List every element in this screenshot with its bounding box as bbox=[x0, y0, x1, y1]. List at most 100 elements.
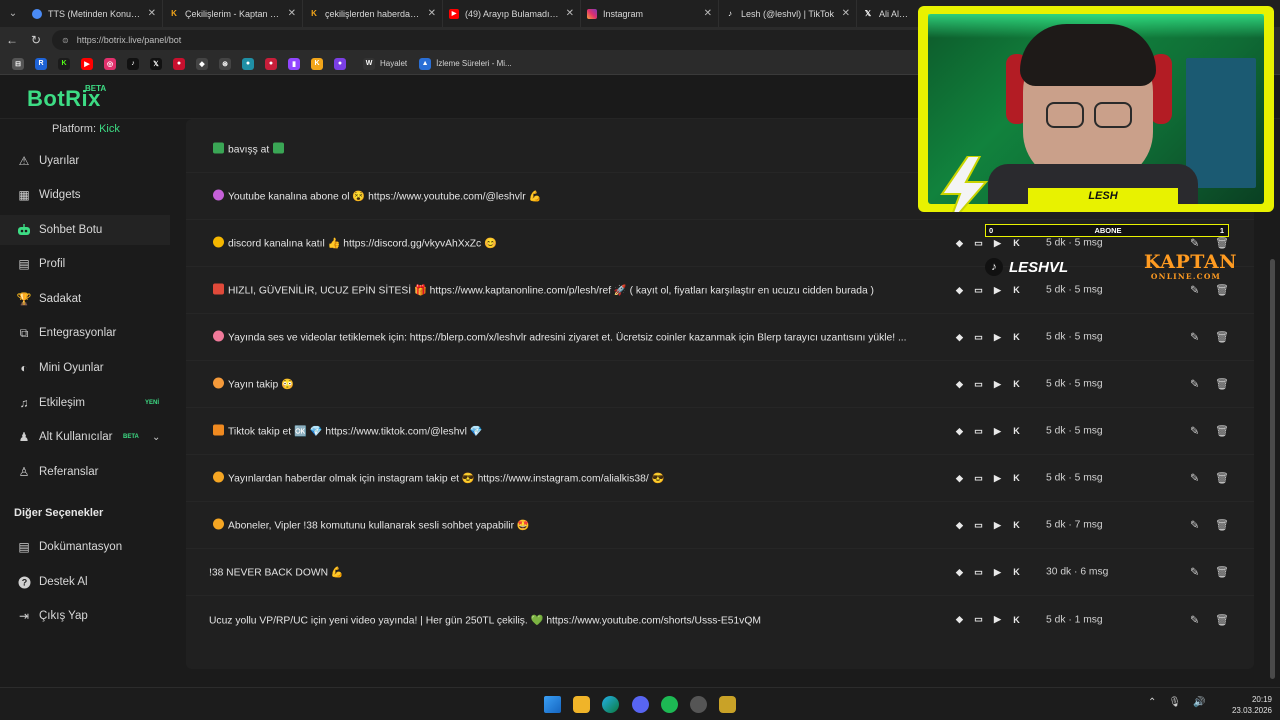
discord-icon[interactable] bbox=[632, 696, 649, 713]
scrollbar-thumb[interactable] bbox=[1270, 259, 1275, 679]
edit-icon[interactable]: ✎ bbox=[1190, 472, 1199, 485]
start-icon[interactable] bbox=[544, 696, 561, 713]
taskbar-clock[interactable]: 20:19 23.03.2026 bbox=[1226, 694, 1272, 716]
close-icon[interactable]: ✕ bbox=[288, 8, 296, 19]
bookmark-diamond-icon[interactable]: ◆ bbox=[196, 57, 208, 70]
app-icon[interactable] bbox=[719, 696, 736, 713]
bookmark-purple-icon[interactable]: ● bbox=[334, 57, 346, 70]
twitch-icon: ▭ bbox=[974, 331, 983, 342]
browser-tab[interactable]: ▶ (49) Arayıp Bulamadığın O E ✕ bbox=[443, 0, 581, 27]
close-icon[interactable]: ✕ bbox=[428, 8, 436, 19]
bookmark-tiktok-icon[interactable]: ♪ bbox=[127, 57, 139, 70]
edit-icon[interactable]: ✎ bbox=[1190, 331, 1199, 344]
mic-icon[interactable]: 🎙 bbox=[1168, 697, 1181, 708]
sidebar-item-profil[interactable]: ▤ Profil bbox=[0, 249, 170, 279]
volume-icon[interactable]: 🔊 bbox=[1193, 697, 1205, 708]
edit-icon[interactable]: ✎ bbox=[1190, 378, 1199, 391]
kick-k-icon: K bbox=[1013, 520, 1020, 530]
bookmark-izleme[interactable]: ▲ İzleme Süreleri - Mi... bbox=[413, 57, 512, 70]
browser-tab[interactable]: K çekilişlerden haberdar olmak ✕ bbox=[303, 0, 443, 27]
trash-icon[interactable]: 🗑 bbox=[1215, 519, 1229, 532]
trash-icon[interactable]: 🗑 bbox=[1215, 284, 1229, 297]
trash-icon[interactable]: 🗑 bbox=[1215, 378, 1229, 391]
timer-interval: 5 dk · 5 msg bbox=[1046, 331, 1103, 343]
sidebar-item-cikis-yap[interactable]: ⇥ Çıkış Yap bbox=[0, 601, 170, 631]
timer-row[interactable]: Yayınlardan haberdar olmak için instagra… bbox=[186, 455, 1254, 502]
url-field[interactable]: ⊜ https://botrix.live/panel/bot bbox=[52, 30, 932, 50]
reload-icon[interactable]: ↻ bbox=[24, 33, 48, 47]
bookmark-x-icon[interactable]: 𝕏 bbox=[150, 57, 162, 70]
edit-icon[interactable]: ✎ bbox=[1190, 566, 1199, 579]
browser-tab[interactable]: 𝕏 Ali Alkış (@ bbox=[857, 0, 917, 27]
timer-row[interactable]: Ucuz yollu VP/RP/UC için yeni video yayı… bbox=[186, 596, 1254, 643]
tab-list-chevron-icon[interactable]: ⌄ bbox=[0, 0, 26, 27]
close-icon[interactable]: ✕ bbox=[704, 8, 712, 19]
sidebar-item-dokumantasyon[interactable]: ▤ Dokümantasyon bbox=[0, 532, 170, 562]
platform-icons: ◆ ▭ ▶ K bbox=[953, 566, 1023, 578]
bookmark-red-icon[interactable]: ● bbox=[173, 57, 185, 70]
sidebar-item-sohbet-botu[interactable]: Sohbet Botu bbox=[0, 215, 170, 245]
chevron-down-icon[interactable]: ⌄ bbox=[152, 432, 160, 443]
timer-text: !38 NEVER BACK DOWN 💪 bbox=[209, 567, 344, 579]
browser-tab[interactable]: Instagram ✕ bbox=[581, 0, 719, 27]
subscriber-goal-bar: 0 ABONE 1 bbox=[985, 224, 1229, 237]
trash-icon[interactable]: 🗑 bbox=[1215, 613, 1229, 626]
sidebar-item-etkilesim[interactable]: ♫ Etkileşim YENİ bbox=[0, 388, 170, 418]
youtube-icon: ▶ bbox=[994, 472, 1001, 483]
twitch-icon: ▭ bbox=[974, 566, 983, 577]
obs-icon[interactable] bbox=[690, 696, 707, 713]
sidebar-item-label: Entegrasyonlar bbox=[39, 327, 117, 339]
sidebar-toggle-icon[interactable]: ⊟ bbox=[12, 57, 24, 70]
platform-icons: ◆ ▭ ▶ K bbox=[953, 614, 1023, 626]
back-arrow-icon[interactable]: ← bbox=[0, 33, 24, 47]
bookmark-kick-icon[interactable]: K bbox=[58, 57, 70, 70]
sidebar-item-alt-kullanicilar[interactable]: ♟ Alt Kullanıcılar BETA ⌄ bbox=[0, 422, 170, 452]
sidebar-item-entegrasyonlar[interactable]: ⧉ Entegrasyonlar bbox=[0, 318, 170, 348]
timer-row[interactable]: Yayında ses ve videolar tetiklemek için:… bbox=[186, 314, 1254, 361]
edit-icon[interactable]: ✎ bbox=[1190, 613, 1199, 626]
bookmark-kaptan-icon[interactable]: K bbox=[311, 57, 323, 70]
kick-k-icon: K bbox=[1013, 238, 1020, 248]
close-icon[interactable]: ✕ bbox=[148, 8, 156, 19]
bookmark-teal-icon[interactable]: ● bbox=[242, 57, 254, 70]
trash-icon[interactable]: 🗑 bbox=[1215, 472, 1229, 485]
bookmark-circle-icon[interactable]: ⊛ bbox=[219, 57, 231, 70]
sidebar-item-uyarilar[interactable]: ⚠ Uyarılar bbox=[0, 146, 170, 176]
timer-row[interactable]: Yayın takip 😳 ◆ ▭ ▶ K 5 dk · 5 msg ✎ 🗑 bbox=[186, 361, 1254, 408]
close-icon[interactable]: ✕ bbox=[566, 8, 574, 19]
trash-icon[interactable]: 🗑 bbox=[1215, 331, 1229, 344]
edit-icon[interactable]: ✎ bbox=[1190, 425, 1199, 438]
bookmark-pink-icon[interactable]: ● bbox=[265, 57, 277, 70]
edit-icon[interactable]: ✎ bbox=[1190, 519, 1199, 532]
sidebar-item-mini-oyunlar[interactable]: ◐ Mini Oyunlar bbox=[0, 353, 170, 383]
trash-icon[interactable]: 🗑 bbox=[1215, 237, 1229, 250]
timer-row[interactable]: Tiktok takip et 🆗 💎 https://www.tiktok.c… bbox=[186, 408, 1254, 455]
close-icon[interactable]: ✕ bbox=[842, 8, 850, 19]
edge-icon[interactable] bbox=[602, 696, 619, 713]
other-options-heading: Diğer Seçenekler bbox=[14, 507, 104, 519]
sidebar-item-sadakat[interactable]: 🏆 Sadakat bbox=[0, 284, 170, 314]
sidebar-item-referanslar[interactable]: ♙ Referanslar bbox=[0, 457, 170, 487]
bookmark-twitch-icon[interactable]: ▮ bbox=[288, 57, 300, 70]
bookmark-hayalet[interactable]: W Hayalet bbox=[357, 57, 407, 70]
timer-text: discord kanalına katıl 👍 https://discord… bbox=[228, 238, 497, 250]
chevron-up-icon[interactable]: ⌃ bbox=[1148, 697, 1156, 708]
browser-tab[interactable]: ♪ Lesh (@leshvl) | TikTok ✕ bbox=[719, 0, 857, 27]
youtube-icon: ▶ bbox=[994, 614, 1001, 624]
timer-row[interactable]: Aboneler, Vipler !38 komutunu kullanarak… bbox=[186, 502, 1254, 549]
edit-icon[interactable]: ✎ bbox=[1190, 284, 1199, 297]
sidebar-item-destek-al[interactable]: ? Destek Al bbox=[0, 567, 170, 597]
trash-icon[interactable]: 🗑 bbox=[1215, 566, 1229, 579]
timer-row[interactable]: !38 NEVER BACK DOWN 💪 ◆ ▭ ▶ K 30 dk · 6 msg… bbox=[186, 549, 1254, 596]
browser-tab[interactable]: K Çekilişlerim - Kaptan Online ✕ bbox=[163, 0, 303, 27]
bookmark-r-icon[interactable]: R bbox=[35, 57, 47, 70]
bookmark-youtube-icon[interactable]: ▶ bbox=[81, 57, 93, 70]
bookmark-instagram-icon[interactable]: ◎ bbox=[104, 57, 116, 70]
spotify-icon[interactable] bbox=[661, 696, 678, 713]
browser-tab[interactable]: TTS (Metinden Konuşmaya) ✕ bbox=[26, 0, 163, 27]
edit-icon[interactable]: ✎ bbox=[1190, 237, 1199, 250]
trash-icon[interactable]: 🗑 bbox=[1215, 425, 1229, 438]
file-explorer-icon[interactable] bbox=[573, 696, 590, 713]
sidebar-item-widgets[interactable]: ▦ Widgets bbox=[0, 180, 170, 210]
timer-row[interactable]: HIZLI, GÜVENİLİR, UCUZ EPİN SİTESİ 🎁 htt… bbox=[186, 267, 1254, 314]
